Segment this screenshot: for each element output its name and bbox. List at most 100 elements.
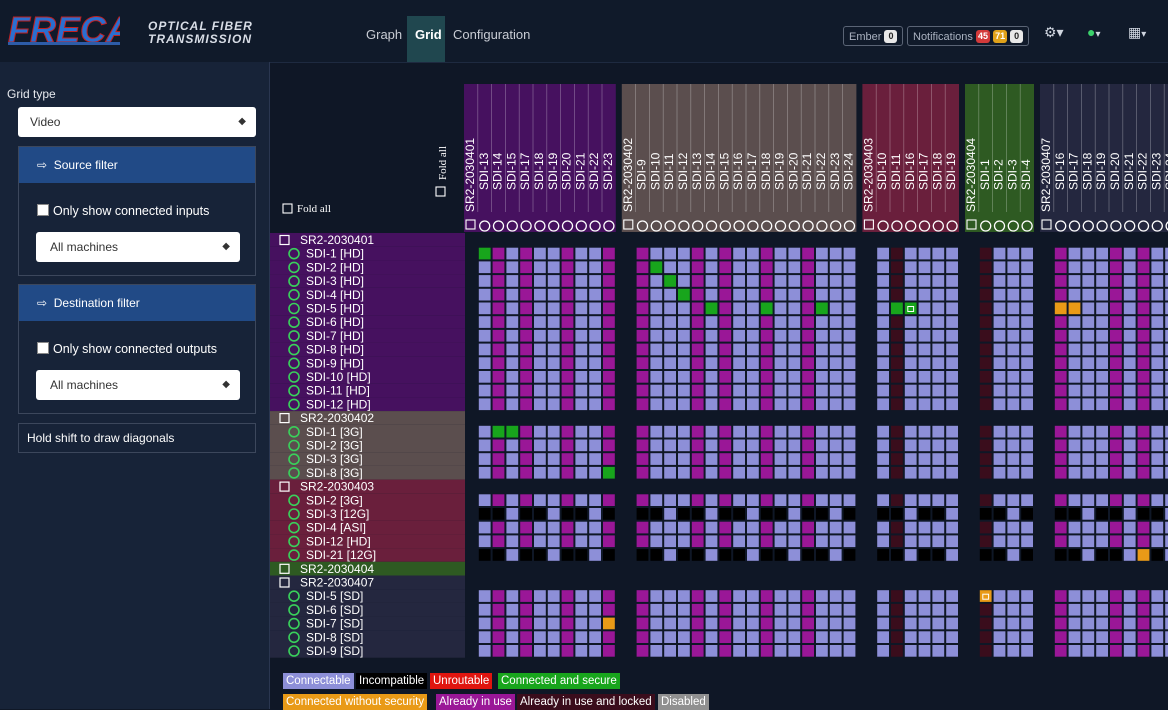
crosspoint-cell[interactable] (589, 288, 601, 301)
crosspoint-cell[interactable] (891, 357, 903, 369)
crosspoint-cell[interactable] (534, 343, 546, 356)
crosspoint-cell[interactable] (1096, 453, 1108, 465)
crosspoint-cell[interactable] (1096, 508, 1108, 520)
crosspoint-cell[interactable] (802, 508, 814, 520)
crosspoint-cell[interactable] (691, 316, 704, 328)
crosspoint-cell[interactable] (705, 521, 718, 534)
crosspoint-cell[interactable] (843, 439, 856, 452)
crosspoint-cell[interactable] (932, 535, 945, 548)
crosspoint-cell[interactable] (1007, 453, 1020, 465)
crosspoint-cell[interactable] (650, 275, 663, 287)
crosspoint-cell[interactable] (733, 549, 745, 561)
crosspoint-cell[interactable] (520, 275, 532, 287)
crosspoint-cell[interactable] (650, 645, 663, 657)
crosspoint-cell[interactable] (1082, 494, 1095, 506)
crosspoint-cell[interactable] (1068, 631, 1081, 643)
crosspoint-cell[interactable] (877, 508, 889, 520)
crosspoint-cell[interactable] (561, 466, 574, 479)
crosspoint-cell[interactable] (1007, 645, 1020, 657)
crosspoint-cell[interactable] (520, 398, 532, 411)
crosspoint-cell[interactable] (946, 549, 958, 561)
crosspoint-cell[interactable] (1021, 247, 1033, 260)
crosspoint-cell[interactable] (816, 329, 828, 342)
crosspoint-cell[interactable] (993, 590, 1006, 602)
crosspoint-cell[interactable] (733, 453, 745, 465)
crosspoint-cell[interactable] (705, 508, 718, 520)
crosspoint-cell[interactable] (1054, 549, 1067, 561)
crosspoint-cell[interactable] (829, 645, 842, 657)
crosspoint-cell[interactable] (904, 466, 917, 479)
crosspoint-cell[interactable] (589, 275, 601, 287)
crosspoint-cell[interactable] (1082, 247, 1095, 260)
crosspoint-cell[interactable] (492, 439, 505, 452)
crosspoint-cell[interactable] (993, 343, 1006, 356)
crosspoint-cell[interactable] (492, 535, 505, 548)
crosspoint-cell[interactable] (492, 261, 505, 274)
crosspoint-cell[interactable] (1054, 247, 1067, 260)
crosspoint-cell[interactable] (534, 275, 546, 287)
crosspoint-cell[interactable] (979, 494, 992, 506)
crosspoint-cell[interactable] (1123, 603, 1136, 616)
crosspoint-cell[interactable] (603, 645, 615, 657)
crosspoint-cell[interactable] (719, 617, 732, 630)
crosspoint-cell[interactable] (891, 631, 903, 643)
crosspoint-cell[interactable] (891, 288, 903, 301)
crosspoint-cell[interactable] (747, 357, 759, 369)
crosspoint-cell[interactable] (747, 453, 759, 465)
crosspoint-cell[interactable] (575, 494, 588, 506)
crosspoint-cell[interactable] (932, 603, 945, 616)
crosspoint-cell[interactable] (650, 357, 663, 369)
crosspoint-cell[interactable] (547, 384, 560, 397)
crosspoint-cell[interactable] (1110, 453, 1122, 465)
crosspoint-cell[interactable] (506, 535, 519, 548)
crosspoint-cell[interactable] (575, 316, 588, 328)
crosspoint-cell[interactable] (650, 617, 663, 630)
crosspoint-cell[interactable] (918, 549, 931, 561)
crosspoint-cell[interactable] (664, 261, 676, 274)
crosspoint-cell[interactable] (1082, 371, 1095, 383)
crosspoint-cell[interactable] (1054, 521, 1067, 534)
crosspoint-cell[interactable] (829, 617, 842, 630)
crosspoint-cell[interactable] (603, 439, 615, 452)
crosspoint-cell[interactable] (774, 329, 787, 342)
crosspoint-cell[interactable] (719, 247, 732, 260)
crosspoint-cell[interactable] (993, 453, 1006, 465)
crosspoint-cell[interactable] (946, 275, 958, 287)
crosspoint-cell[interactable] (904, 535, 917, 548)
crosspoint-cell[interactable] (904, 645, 917, 657)
crosspoint-cell[interactable] (705, 603, 718, 616)
crosspoint-cell[interactable] (719, 357, 732, 369)
crosspoint-cell[interactable] (478, 466, 491, 479)
crosspoint-cell[interactable] (1110, 261, 1122, 274)
crosspoint-cell[interactable] (946, 631, 958, 643)
crosspoint-cell[interactable] (877, 603, 889, 616)
crosspoint-cell[interactable] (719, 288, 732, 301)
crosspoint-cell[interactable] (877, 535, 889, 548)
crosspoint-cell[interactable] (1110, 617, 1122, 630)
crosspoint-cell[interactable] (561, 603, 574, 616)
crosspoint-cell[interactable] (1068, 275, 1081, 287)
crosspoint-cell[interactable] (603, 590, 615, 602)
crosspoint-cell[interactable] (816, 247, 828, 260)
crosspoint-cell[interactable] (719, 466, 732, 479)
crosspoint-cell[interactable] (1123, 329, 1136, 342)
crosspoint-cell[interactable] (603, 261, 615, 274)
crosspoint-cell[interactable] (520, 631, 532, 643)
crosspoint-cell[interactable] (561, 508, 574, 520)
crosspoint-cell[interactable] (1054, 316, 1067, 328)
crosspoint-cell[interactable] (1151, 261, 1164, 274)
crosspoint-cell[interactable] (918, 384, 931, 397)
crosspoint-cell[interactable] (946, 466, 958, 479)
crosspoint-cell[interactable] (561, 494, 574, 506)
crosspoint-cell[interactable] (1021, 549, 1033, 561)
crosspoint-cell[interactable] (843, 453, 856, 465)
crosspoint-cell[interactable] (636, 329, 649, 342)
crosspoint-cell[interactable] (1068, 617, 1081, 630)
crosspoint-cell[interactable] (1054, 603, 1067, 616)
crosspoint-cell[interactable] (816, 549, 828, 561)
crosspoint-cell[interactable] (1151, 508, 1164, 520)
crosspoint-cell[interactable] (650, 494, 663, 506)
crosspoint-cell[interactable] (1137, 453, 1150, 465)
crosspoint-cell[interactable] (1151, 316, 1164, 328)
crosspoint-cell[interactable] (678, 357, 690, 369)
